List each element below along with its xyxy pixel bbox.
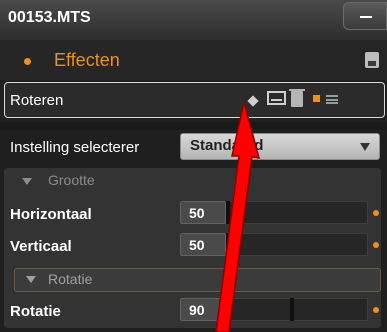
arrow-icon [215,101,261,332]
red-arrow-annotation [215,101,261,332]
